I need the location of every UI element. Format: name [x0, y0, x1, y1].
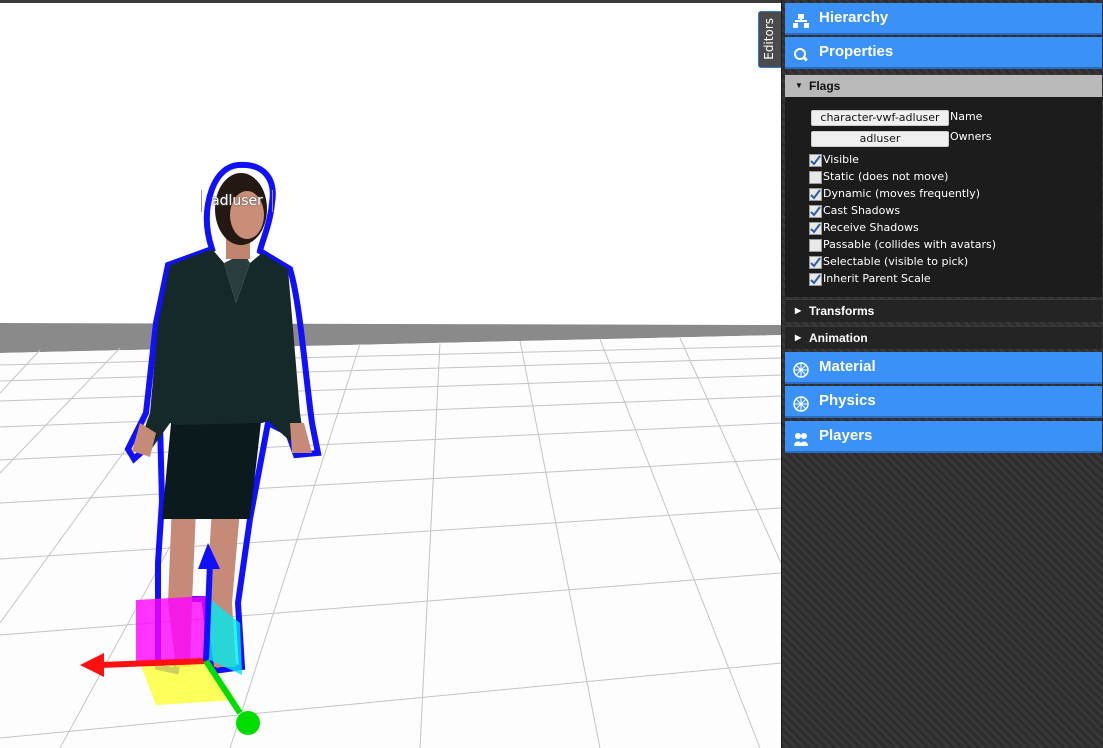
- material-icon: [793, 359, 809, 378]
- animation-section-header[interactable]: ▶ Animation: [785, 326, 1102, 349]
- 3d-viewport[interactable]: adluser: [0, 3, 781, 748]
- transforms-section-header[interactable]: ▶ Transforms: [785, 299, 1102, 322]
- avatar-nameplate: adluser: [201, 190, 273, 212]
- name-field[interactable]: character-vwf-adluser: [811, 110, 949, 126]
- flag-checkbox[interactable]: [809, 273, 822, 286]
- animation-section-label: Animation: [809, 331, 868, 345]
- owners-field[interactable]: adluser: [811, 131, 949, 147]
- flag-checkbox-label: Selectable (visible to pick): [823, 255, 969, 268]
- flag-checkbox[interactable]: [809, 205, 822, 218]
- gizmo-x-axis[interactable]: [99, 658, 207, 668]
- physics-icon: [793, 393, 809, 412]
- flags-section-label: Flags: [809, 79, 841, 93]
- flag-checkbox[interactable]: [809, 188, 822, 201]
- players-icon: [793, 428, 809, 446]
- expanded-triangle-icon: ▼: [795, 81, 803, 90]
- gizmo-z-handle[interactable]: [236, 711, 260, 735]
- flag-checkbox-label: Inherit Parent Scale: [823, 272, 931, 285]
- physics-header[interactable]: Physics: [785, 386, 1102, 418]
- hierarchy-label: Hierarchy: [819, 9, 889, 26]
- flag-checkbox-label: Cast Shadows: [823, 204, 901, 217]
- transforms-section-label: Transforms: [809, 304, 875, 318]
- properties-label: Properties: [819, 43, 894, 60]
- flag-checkbox[interactable]: [809, 256, 822, 269]
- flag-checkbox-label: Dynamic (moves frequently): [823, 187, 981, 200]
- flags-section-body: character-vwf-adluser Name adluser Owner…: [785, 97, 1102, 297]
- gizmo-plane-xy[interactable]: [136, 596, 210, 663]
- flag-checkbox[interactable]: [809, 171, 822, 184]
- scene-canvas[interactable]: [0, 3, 781, 748]
- flag-checkbox[interactable]: [809, 239, 822, 252]
- owners-label: Owners: [950, 130, 992, 143]
- properties-icon: [793, 44, 809, 62]
- hierarchy-header[interactable]: Hierarchy: [785, 3, 1102, 35]
- flags-section-header[interactable]: ▼ Flags: [785, 74, 1102, 97]
- editors-tab-label: Editors: [762, 18, 776, 60]
- hierarchy-icon: [793, 10, 809, 28]
- flag-checkbox-label: Passable (collides with avatars): [823, 238, 997, 251]
- physics-label: Physics: [819, 392, 876, 409]
- properties-header[interactable]: Properties: [785, 37, 1102, 69]
- collapsed-triangle-icon: ▶: [795, 306, 802, 315]
- flag-checkbox-label: Static (does not move): [823, 170, 949, 183]
- material-label: Material: [819, 358, 876, 375]
- flag-checkbox[interactable]: [809, 154, 822, 167]
- material-header[interactable]: Material: [785, 352, 1102, 384]
- editor-panel: Hierarchy Properties ▼ Flags character-v…: [781, 0, 1103, 748]
- editors-tab[interactable]: Editors: [758, 11, 781, 68]
- flag-checkbox-label: Receive Shadows: [823, 221, 919, 234]
- gizmo-y-axis[interactable]: [203, 562, 213, 662]
- collapsed-triangle-icon: ▶: [795, 333, 802, 342]
- flag-checkbox[interactable]: [809, 222, 822, 235]
- players-label: Players: [819, 427, 873, 444]
- flag-checkbox-label: Visible: [823, 153, 859, 166]
- name-label: Name: [950, 110, 983, 123]
- players-header[interactable]: Players: [785, 421, 1102, 453]
